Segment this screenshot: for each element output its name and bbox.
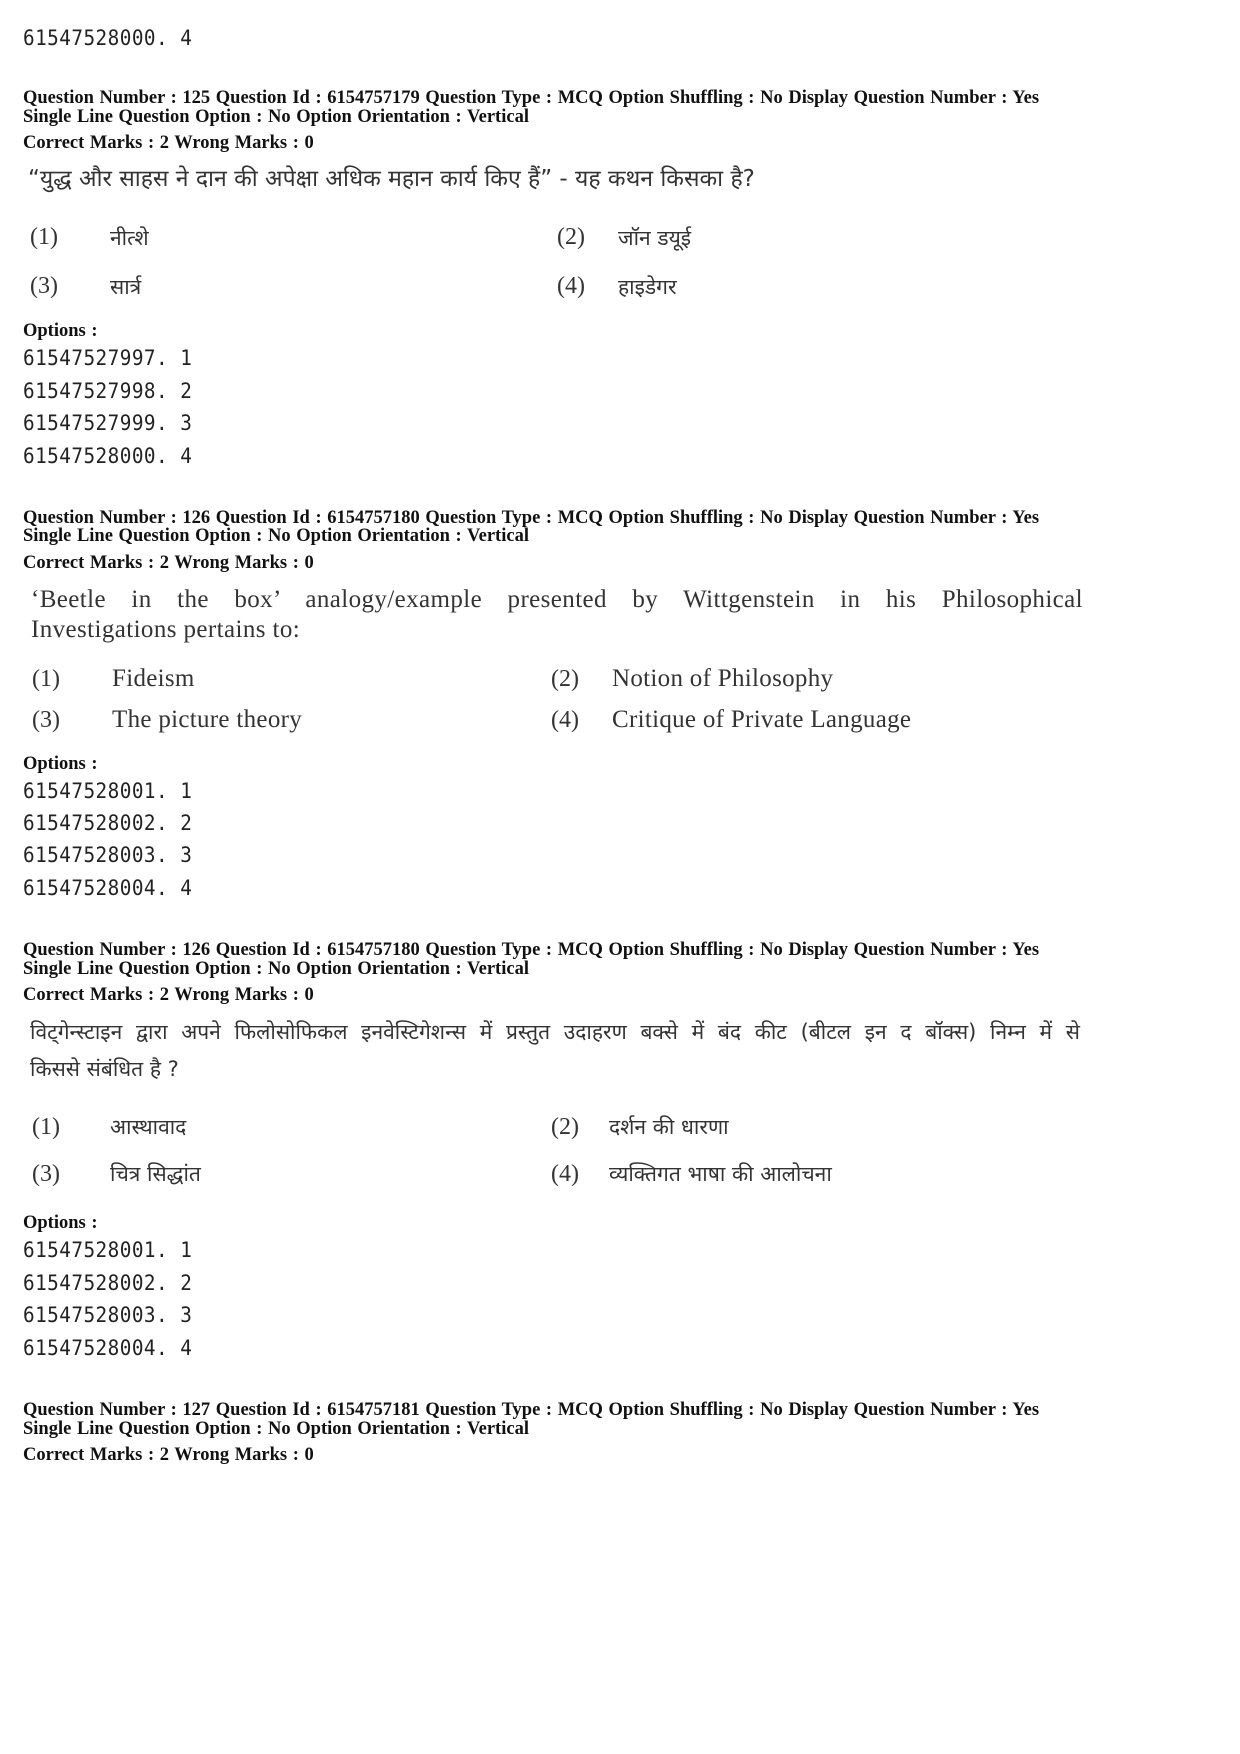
option-id: 61547527998. 2 xyxy=(23,379,193,403)
question-marks: Correct Marks : 2 Wrong Marks : 0 xyxy=(23,985,314,1005)
choice-number: (2) xyxy=(551,666,579,692)
question-marks: Correct Marks : 2 Wrong Marks : 0 xyxy=(23,1445,314,1465)
question-text: “युद्ध और साहस ने दान की अपेक्षा अधिक मह… xyxy=(28,166,755,192)
question-text-line2: किससे संबंधित है ? xyxy=(30,1057,179,1081)
option-id: 61547527999. 3 xyxy=(23,411,193,435)
choice-number: (1) xyxy=(32,666,60,692)
option-id: 61547528001. 1 xyxy=(23,1238,193,1262)
question-meta-line2: Single Line Question Option : No Option … xyxy=(23,526,529,546)
option-id: 61547528002. 2 xyxy=(23,811,193,835)
question-meta-line1: Question Number : 127 Question Id : 6154… xyxy=(23,1400,1040,1420)
choice-number: (3) xyxy=(30,273,58,299)
question-marks: Correct Marks : 2 Wrong Marks : 0 xyxy=(23,133,314,153)
choice-number: (4) xyxy=(557,273,585,299)
choice-label: Notion of Philosophy xyxy=(612,665,834,692)
question-text-line1: ‘Beetle in the box’ analogy/example pres… xyxy=(31,586,1083,613)
question-meta-line2: Single Line Question Option : No Option … xyxy=(23,959,529,979)
question-text-line1: विट्गेन्स्टाइन द्वारा अपने फिलोसोफिकल इन… xyxy=(30,1020,1080,1044)
choice-label: जॉन डयूई xyxy=(618,226,692,250)
choice-label: सार्त्र xyxy=(110,275,142,299)
question-marks: Correct Marks : 2 Wrong Marks : 0 xyxy=(23,553,314,573)
choice-label: आस्थावाद xyxy=(110,1115,187,1139)
choice-number: (3) xyxy=(32,1161,60,1187)
options-label: Options : xyxy=(23,1213,98,1233)
option-id: 61547528000. 4 xyxy=(23,26,193,50)
choice-number: (3) xyxy=(32,707,60,733)
choice-number: (1) xyxy=(30,224,58,250)
choice-number: (2) xyxy=(557,224,585,250)
choice-label: Critique of Private Language xyxy=(612,706,912,733)
question-text-line2: Investigations pertains to: xyxy=(31,616,301,643)
choice-label: Fideism xyxy=(112,665,195,692)
option-id: 61547527997. 1 xyxy=(23,346,193,370)
choice-label: नीत्शे xyxy=(110,226,149,250)
choice-label: हाइडेगर xyxy=(618,275,677,299)
option-id: 61547528004. 4 xyxy=(23,876,193,900)
choice-number: (4) xyxy=(551,707,579,733)
choice-label: चित्र सिद्धांत xyxy=(110,1162,201,1186)
option-id: 61547528002. 2 xyxy=(23,1271,193,1295)
option-id: 61547528000. 4 xyxy=(23,444,193,468)
choice-number: (1) xyxy=(32,1114,60,1140)
option-id: 61547528003. 3 xyxy=(23,843,193,867)
choice-number: (2) xyxy=(551,1114,579,1140)
option-id: 61547528001. 1 xyxy=(23,779,193,803)
choice-label: The picture theory xyxy=(112,706,303,733)
question-meta-line2: Single Line Question Option : No Option … xyxy=(23,1419,529,1439)
option-id: 61547528003. 3 xyxy=(23,1303,193,1327)
options-label: Options : xyxy=(23,321,98,341)
choice-number: (4) xyxy=(551,1161,579,1187)
options-label: Options : xyxy=(23,754,98,774)
choice-label: व्यक्तिगत भाषा की आलोचना xyxy=(609,1162,832,1186)
option-id: 61547528004. 4 xyxy=(23,1336,193,1360)
choice-label: दर्शन की धारणा xyxy=(609,1115,729,1139)
question-meta-line2: Single Line Question Option : No Option … xyxy=(23,107,529,127)
question-meta-line1: Question Number : 126 Question Id : 6154… xyxy=(23,940,1040,960)
question-meta-line1: Question Number : 125 Question Id : 6154… xyxy=(23,88,1040,108)
